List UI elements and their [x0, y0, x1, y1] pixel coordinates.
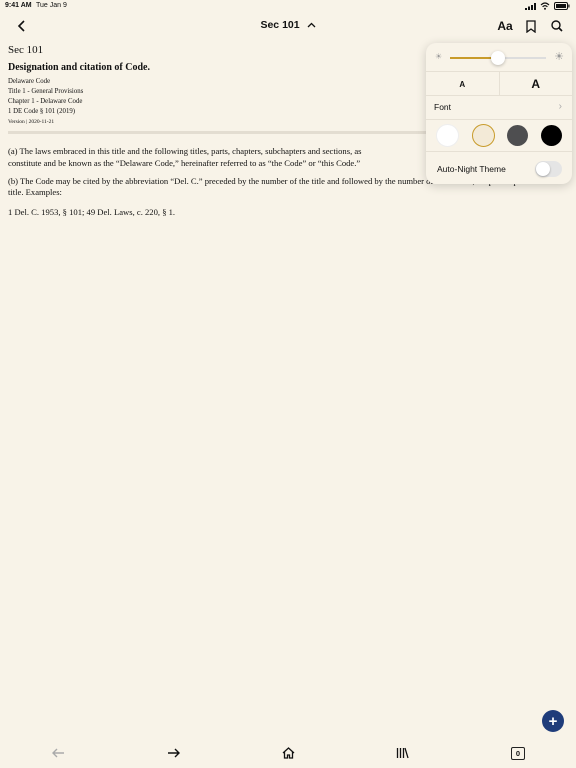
bookmark-button[interactable] — [522, 16, 540, 36]
auto-night-toggle[interactable] — [535, 161, 562, 177]
library-icon — [396, 747, 409, 759]
brightness-knob[interactable] — [491, 51, 505, 65]
paragraph-a-line-2: constitute and be known as the “Delaware… — [8, 157, 361, 168]
battery-icon — [554, 2, 570, 10]
add-button[interactable]: + — [542, 710, 564, 732]
font-size-controls: A A — [426, 71, 572, 96]
bookmark-icon — [526, 19, 536, 33]
home-button[interactable] — [278, 744, 298, 762]
home-icon — [282, 747, 294, 759]
signal-icon — [525, 2, 536, 10]
theme-gray-swatch[interactable] — [507, 125, 529, 146]
chevron-right-icon: › — [558, 101, 562, 112]
theme-black-swatch[interactable] — [540, 125, 562, 146]
theme-white-swatch[interactable] — [436, 124, 460, 147]
history-back-button[interactable] — [48, 744, 68, 762]
nav-bar: Sec 101 Aa — [0, 14, 576, 38]
toggle-knob — [536, 162, 550, 176]
brightness-high-icon: ☀ — [554, 51, 564, 63]
decrease-font-button[interactable]: A — [426, 72, 500, 96]
theme-sepia-swatch[interactable] — [471, 124, 495, 147]
auto-night-row: Auto-Night Theme — [426, 151, 572, 184]
search-icon — [551, 20, 563, 32]
arrow-left-icon — [51, 748, 64, 758]
increase-font-button[interactable]: A — [500, 72, 573, 96]
plus-icon: + — [548, 712, 558, 730]
status-date: Tue Jan 9 — [36, 2, 67, 9]
status-time: 9:41 AM — [5, 2, 32, 9]
status-indicators — [525, 2, 570, 10]
brightness-low-icon: ☀ — [435, 52, 443, 61]
section-title-button[interactable]: Sec 101 — [0, 19, 576, 31]
library-button[interactable] — [392, 744, 412, 762]
search-button[interactable] — [548, 16, 566, 36]
status-bar: 9:41 AM Tue Jan 9 — [0, 0, 576, 14]
history-forward-button[interactable] — [163, 744, 183, 762]
tab-count: 0 — [511, 746, 525, 760]
font-settings-button[interactable]: Aa — [496, 16, 514, 36]
theme-picker — [426, 119, 572, 151]
arrow-right-icon — [167, 748, 180, 758]
nav-actions: Aa — [496, 16, 566, 36]
brightness-slider[interactable]: ☀ ☀ — [426, 43, 572, 71]
display-settings-popover: ☀ ☀ A A Font › Auto-Night Theme — [426, 43, 572, 184]
font-label: Font — [434, 102, 452, 112]
font-picker-row[interactable]: Font › — [426, 95, 572, 120]
history-citation: 1 Del. C. 1953, § 101; 49 Del. Laws, c. … — [8, 207, 176, 218]
chevron-up-icon — [307, 22, 315, 28]
bottom-toolbar: 0 — [0, 740, 576, 766]
wifi-icon — [540, 2, 550, 10]
tabs-button[interactable]: 0 — [508, 744, 528, 762]
auto-night-label: Auto-Night Theme — [437, 164, 506, 174]
nav-title-text: Sec 101 — [260, 19, 300, 31]
paragraph-a-line-1: (a) The laws embraced in this title and … — [8, 146, 362, 156]
